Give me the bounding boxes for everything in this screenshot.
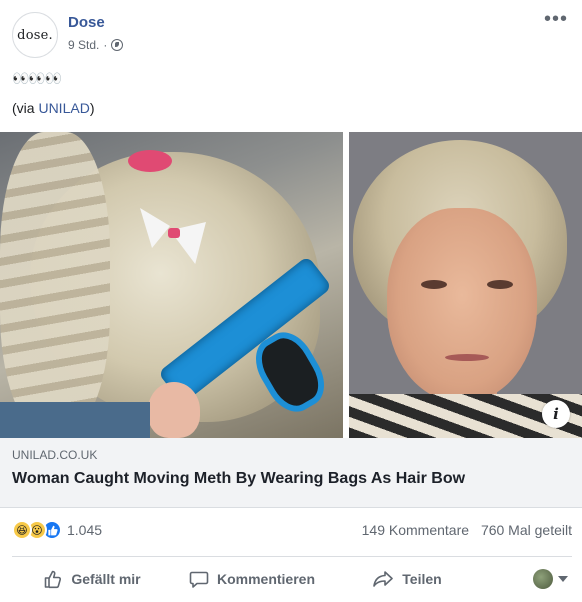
engagement-counts: 149 Kommentare 760 Mal geteilt [354, 522, 572, 538]
link-preview-image[interactable]: i [0, 132, 582, 438]
scrunchie-shape [128, 150, 172, 172]
post-via-text: (via UNILAD) [12, 100, 94, 116]
like-icon [45, 570, 62, 589]
comment-button[interactable]: Kommentieren [172, 562, 332, 596]
via-prefix: (via [12, 100, 39, 116]
like-button[interactable]: Gefällt mir [12, 562, 172, 596]
right-eye-shape [487, 280, 513, 289]
braid-shape [0, 132, 110, 432]
ear-shape [148, 382, 200, 438]
more-icon[interactable]: ••• [544, 9, 568, 29]
meta-separator: · [103, 38, 108, 52]
reaction-count: 1.045 [67, 522, 103, 538]
like-label: Gefällt mir [71, 571, 141, 587]
link-preview-box[interactable]: UNILAD.CO.UK Woman Caught Moving Meth By… [0, 438, 582, 508]
avatar-logo-text: dose. [17, 27, 53, 43]
mouth-shape [445, 354, 489, 361]
comment-icon [189, 571, 209, 588]
share-icon [373, 571, 394, 587]
caret-down-icon [558, 576, 568, 582]
post-header: dose. Dose 9 Std. · ••• [12, 9, 572, 62]
share-button[interactable]: Teilen [332, 562, 482, 596]
page-avatar[interactable]: dose. [12, 12, 58, 58]
post-emoji-text: 👀👀👀 [12, 70, 62, 86]
action-bar: Gefällt mir Kommentieren Teilen [12, 560, 572, 598]
profile-selector[interactable] [533, 569, 568, 589]
collar-shape [0, 402, 150, 438]
reactions-summary[interactable]: 😆 😮 1.045 [12, 520, 102, 540]
via-suffix: ) [89, 100, 95, 116]
user-avatar [533, 569, 553, 589]
globe-icon [111, 39, 124, 51]
mugshot-photo [349, 132, 582, 438]
comment-label: Kommentieren [216, 571, 316, 587]
comment-count-link[interactable]: 149 Kommentare [362, 522, 469, 538]
post-meta: 9 Std. · [68, 38, 124, 52]
left-eye-shape [421, 280, 447, 289]
link-domain: UNILAD.CO.UK [12, 448, 98, 462]
page-name-link[interactable]: Dose [68, 14, 105, 31]
action-divider [12, 556, 572, 557]
bow-knot-shape [168, 228, 180, 238]
info-icon[interactable]: i [542, 400, 570, 428]
face-shape [387, 208, 537, 402]
share-count-link[interactable]: 760 Mal geteilt [481, 522, 572, 538]
via-link[interactable]: UNILAD [38, 100, 89, 116]
link-headline[interactable]: Woman Caught Moving Meth By Wearing Bags… [12, 470, 465, 488]
post-stats: 😆 😮 1.045 149 Kommentare 760 Mal geteilt [12, 518, 572, 542]
post-timestamp[interactable]: 9 Std. [68, 38, 99, 52]
haha-reaction-icon: 😆 [12, 520, 32, 540]
hair-bow-photo [0, 132, 343, 438]
share-label: Teilen [402, 571, 442, 587]
